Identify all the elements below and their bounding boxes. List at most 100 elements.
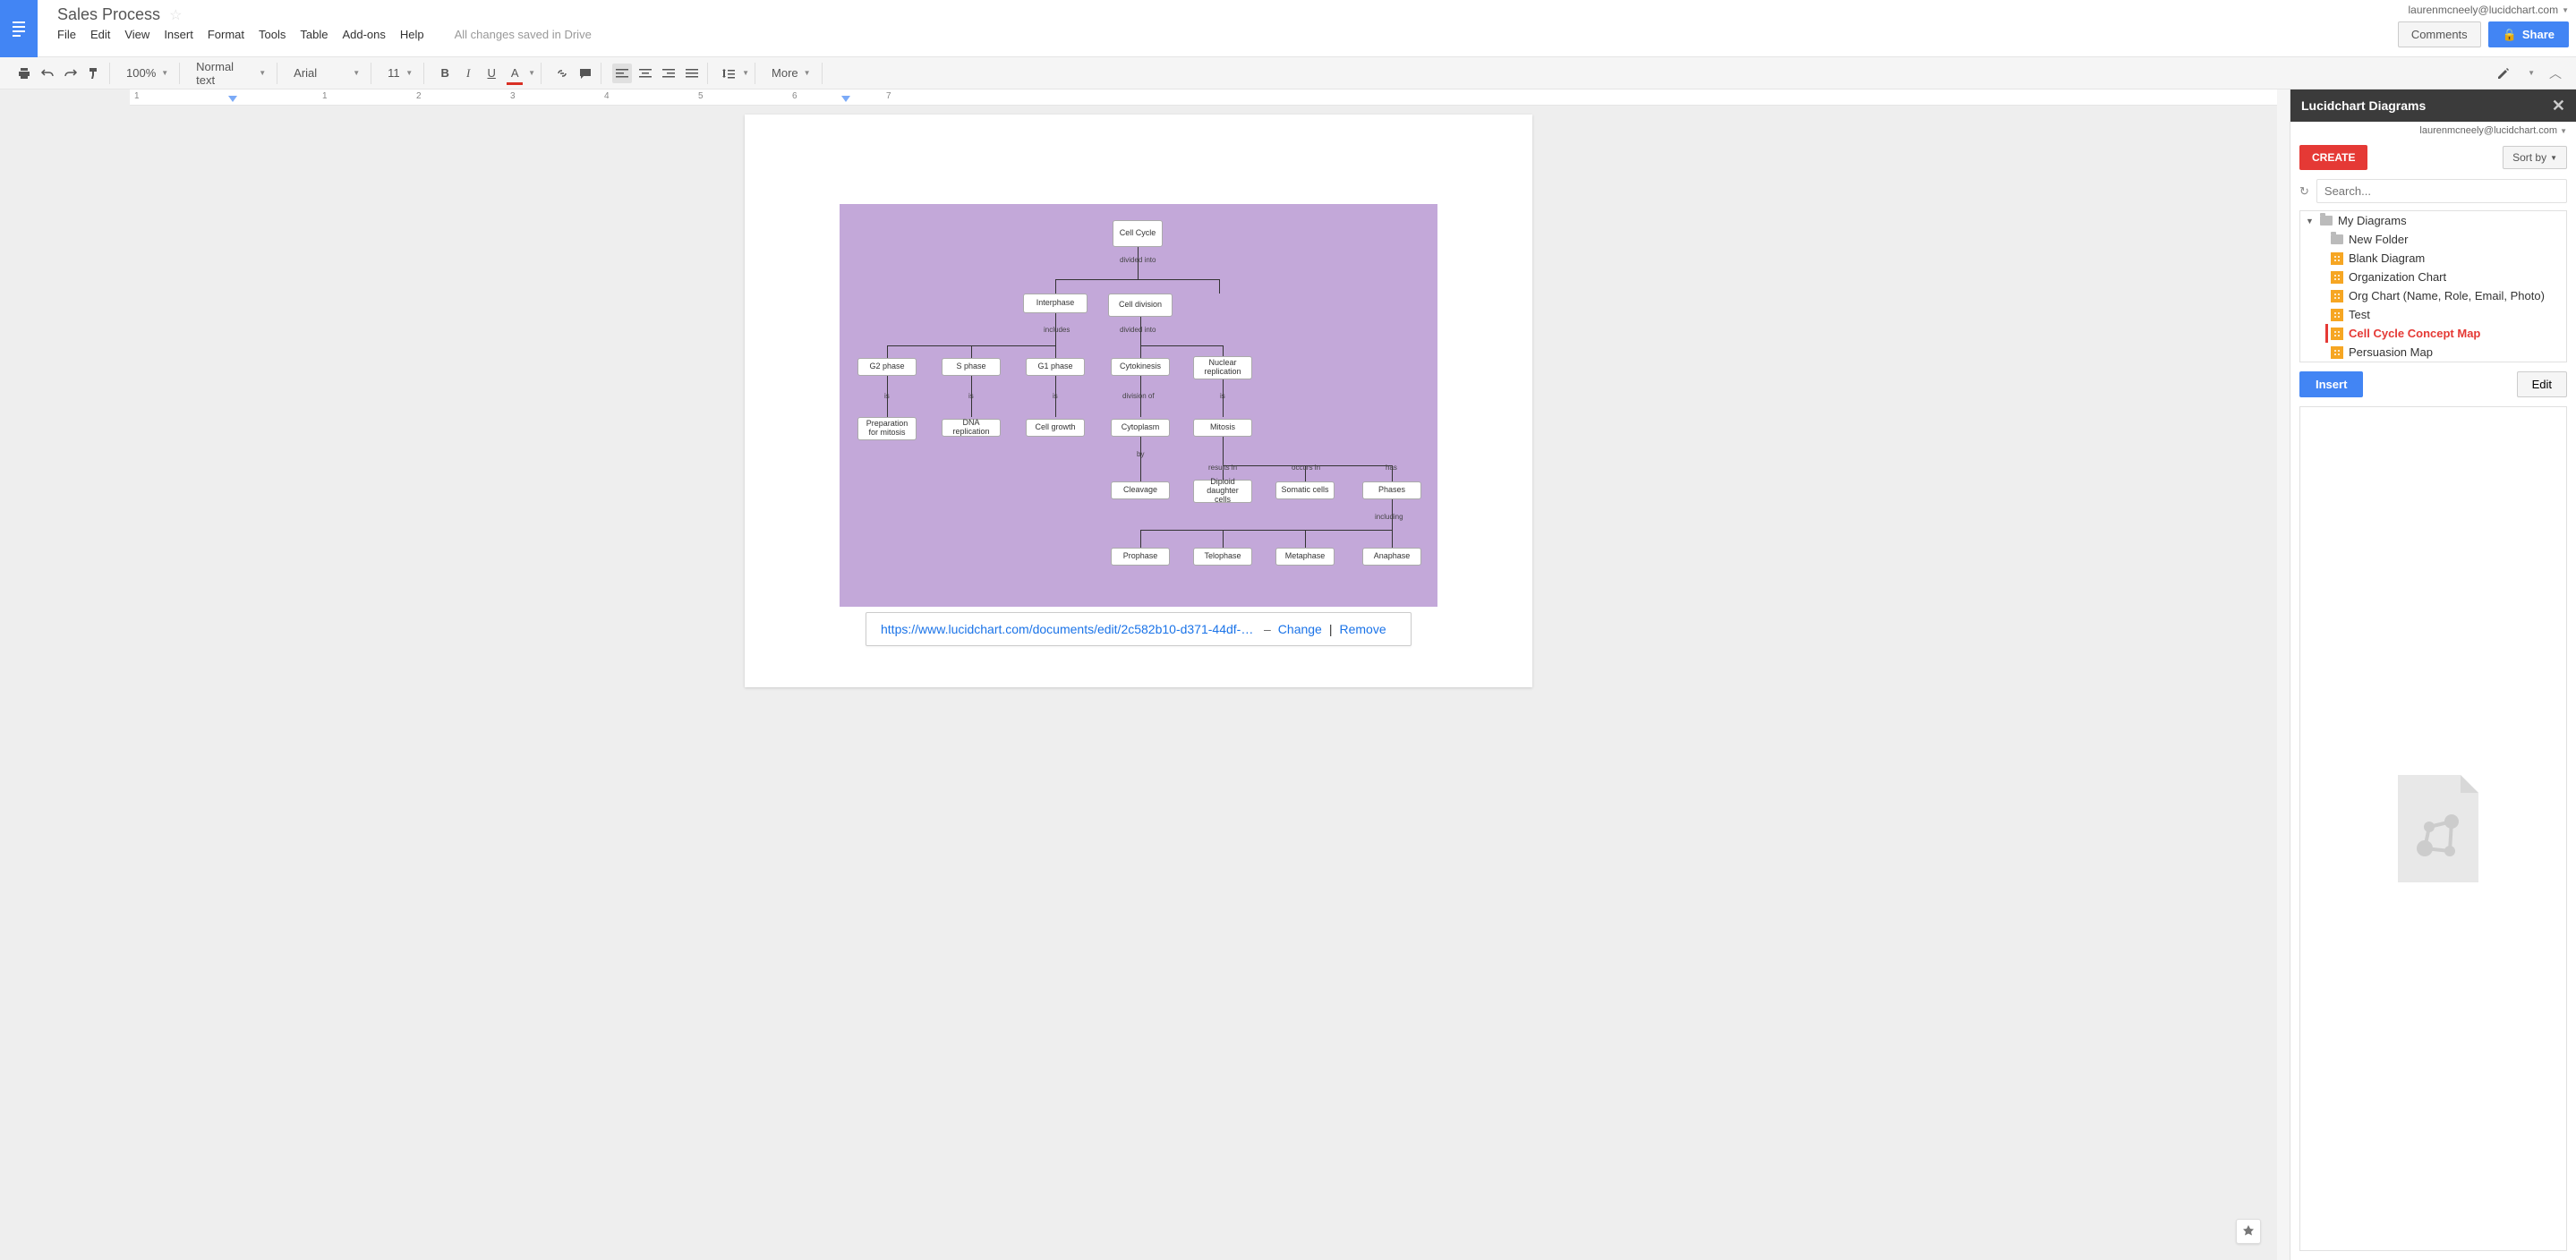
- hide-menus-icon[interactable]: ︿: [2549, 64, 2562, 82]
- caret-down-icon: ▼: [742, 69, 749, 77]
- share-button[interactable]: 🔒 Share: [2488, 21, 2569, 47]
- font-size-select[interactable]: 11▼: [382, 64, 418, 81]
- insert-button[interactable]: Insert: [2299, 371, 2363, 397]
- chart-icon: [2331, 346, 2343, 359]
- node-cytokinesis: Cytokinesis: [1111, 358, 1170, 376]
- insert-comment-icon[interactable]: [576, 64, 595, 83]
- menu-insert[interactable]: Insert: [164, 28, 193, 41]
- toolbar: 100%▼ Normal text▼ Arial▼ 11▼ B I U A ▼: [0, 57, 2576, 89]
- bold-button[interactable]: B: [435, 64, 455, 83]
- vertical-scrollbar[interactable]: [2277, 89, 2290, 1260]
- insert-link-icon[interactable]: [552, 64, 572, 83]
- menu-edit[interactable]: Edit: [90, 28, 110, 41]
- tree-diagram-item[interactable]: Organization Chart: [2325, 268, 2566, 286]
- document-canvas[interactable]: 1 1 2 3 4 5 6 7 Cell Cycle divided into: [0, 89, 2277, 1260]
- tree-folder[interactable]: New Folder: [2325, 230, 2566, 249]
- remove-link[interactable]: Remove: [1339, 622, 1386, 636]
- change-link[interactable]: Change: [1278, 622, 1322, 636]
- caret-down-icon: ▼: [405, 69, 413, 77]
- more-menu[interactable]: More▼: [766, 64, 816, 81]
- align-left-icon[interactable]: [612, 64, 632, 83]
- tree-diagram-item[interactable]: Cell Cycle Concept Map: [2325, 324, 2566, 343]
- sort-button[interactable]: Sort by▼: [2503, 146, 2567, 169]
- star-icon[interactable]: ☆: [169, 6, 182, 24]
- menu-bar: File Edit View Insert Format Tools Table…: [57, 28, 2398, 41]
- tree-root[interactable]: ▼ My Diagrams: [2300, 211, 2566, 230]
- caret-down-icon: ▼: [2550, 154, 2557, 162]
- align-right-icon[interactable]: [659, 64, 678, 83]
- search-input[interactable]: [2316, 179, 2567, 203]
- underline-button[interactable]: U: [482, 64, 501, 83]
- chart-icon: [2331, 271, 2343, 284]
- create-button[interactable]: CREATE: [2299, 145, 2367, 170]
- edit-button[interactable]: Edit: [2517, 371, 2567, 397]
- ruler-tick: 6: [792, 91, 798, 101]
- sidebar-title: Lucidchart Diagrams: [2301, 98, 2426, 113]
- redo-icon[interactable]: [61, 64, 81, 83]
- tree-item-label: Cell Cycle Concept Map: [2349, 327, 2480, 340]
- font-select[interactable]: Arial▼: [288, 64, 365, 81]
- zoom-select[interactable]: 100%▼: [121, 64, 174, 81]
- menu-tools[interactable]: Tools: [259, 28, 286, 41]
- node-anaphase: Anaphase: [1362, 548, 1421, 566]
- text-color-button[interactable]: A: [505, 64, 525, 83]
- node-growth: Cell growth: [1026, 419, 1085, 437]
- lucid-account-email[interactable]: laurenmcneely@lucidchart.com ▼: [2290, 122, 2576, 140]
- indent-marker-left[interactable]: [228, 96, 237, 102]
- tree-diagram-item[interactable]: Persuasion Map: [2325, 343, 2566, 362]
- tree-item-label: Persuasion Map: [2349, 345, 2433, 359]
- editing-mode-icon[interactable]: [2494, 64, 2513, 83]
- node-telophase: Telophase: [1193, 548, 1252, 566]
- menu-view[interactable]: View: [124, 28, 149, 41]
- node-cell-division: Cell division: [1108, 294, 1173, 317]
- menu-file[interactable]: File: [57, 28, 76, 41]
- edge-label: has: [1386, 464, 1397, 472]
- comments-button[interactable]: Comments: [2398, 21, 2481, 47]
- tree-diagram-item[interactable]: Blank Diagram: [2325, 249, 2566, 268]
- align-justify-icon[interactable]: [682, 64, 702, 83]
- undo-icon[interactable]: [38, 64, 57, 83]
- chart-icon: [2331, 290, 2343, 302]
- account-email[interactable]: laurenmcneely@lucidchart.com ▼: [2408, 4, 2569, 16]
- ruler-tick: 2: [416, 91, 422, 101]
- explore-button[interactable]: [2236, 1219, 2261, 1244]
- tree-item-label: Blank Diagram: [2349, 251, 2425, 265]
- tree-item-label: Organization Chart: [2349, 270, 2446, 284]
- embedded-diagram[interactable]: Cell Cycle divided into Interphase Cell …: [840, 204, 1437, 607]
- close-icon[interactable]: ✕: [2552, 97, 2565, 115]
- ruler-tick: 1: [322, 91, 328, 101]
- menu-help[interactable]: Help: [400, 28, 424, 41]
- ruler-tick: 7: [886, 91, 891, 101]
- chevron-down-icon: ▼: [2306, 217, 2315, 226]
- node-interphase: Interphase: [1023, 294, 1088, 313]
- lock-icon: 🔒: [2503, 28, 2517, 42]
- doc-title[interactable]: Sales Process: [57, 5, 160, 24]
- menu-table[interactable]: Table: [300, 28, 328, 41]
- chart-icon: [2331, 252, 2343, 265]
- tree-diagram-item[interactable]: Test: [2325, 305, 2566, 324]
- paint-format-icon[interactable]: [84, 64, 104, 83]
- ruler[interactable]: 1 1 2 3 4 5 6 7: [130, 89, 2277, 106]
- line-spacing-icon[interactable]: [719, 64, 738, 83]
- caret-down-icon: ▼: [528, 69, 535, 77]
- chart-icon: [2331, 328, 2343, 340]
- ruler-tick: 4: [604, 91, 610, 101]
- menu-addons[interactable]: Add-ons: [342, 28, 385, 41]
- node-cleavage: Cleavage: [1111, 481, 1170, 499]
- tree-diagram-item[interactable]: Org Chart (Name, Role, Email, Photo): [2325, 286, 2566, 305]
- more-label: More: [772, 66, 798, 80]
- menu-format[interactable]: Format: [208, 28, 244, 41]
- italic-button[interactable]: I: [458, 64, 478, 83]
- refresh-icon[interactable]: ↻: [2299, 184, 2309, 199]
- tree-folder-label: New Folder: [2349, 233, 2408, 246]
- caret-down-icon: ▼: [2528, 69, 2535, 77]
- diagram-url[interactable]: https://www.lucidchart.com/documents/edi…: [881, 622, 1257, 636]
- edge-label: including: [1375, 513, 1403, 521]
- docs-logo[interactable]: [0, 0, 38, 57]
- print-icon[interactable]: [14, 64, 34, 83]
- align-center-icon[interactable]: [635, 64, 655, 83]
- style-select[interactable]: Normal text▼: [191, 58, 271, 89]
- indent-marker-right[interactable]: [841, 96, 850, 102]
- tree-item-label: Test: [2349, 308, 2370, 321]
- edge-label: occurs in: [1292, 464, 1320, 472]
